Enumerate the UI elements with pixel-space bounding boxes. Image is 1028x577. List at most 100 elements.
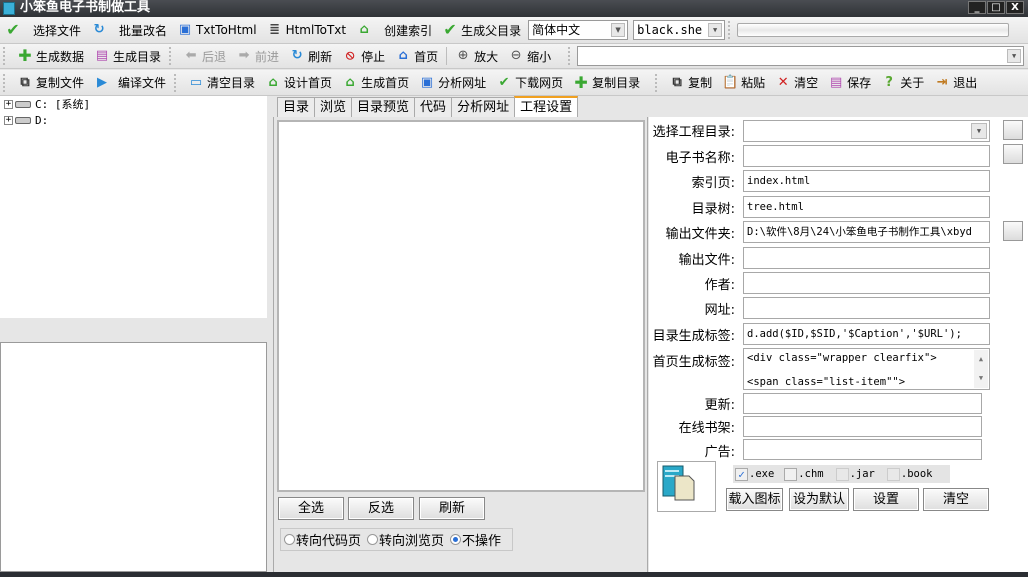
tree-file-label: 目录树:	[691, 202, 735, 217]
tree-node-c[interactable]: + C: [系统]	[0, 96, 267, 112]
tab-analyze-url[interactable]: 分析网址	[451, 97, 516, 117]
tab-toc-preview[interactable]: 目录预览	[351, 97, 416, 117]
load-icon-button[interactable]: 载入图标	[726, 488, 783, 511]
tab-toc[interactable]: 目录	[277, 97, 316, 117]
browse-ebook-name-button[interactable]	[1003, 144, 1023, 164]
refresh-button[interactable]: ↻ 刷新	[284, 45, 337, 67]
expand-icon[interactable]: +	[4, 99, 13, 109]
txt-to-html-button[interactable]: ▣ TxtToHtml	[172, 19, 262, 41]
output-file-input[interactable]	[743, 247, 990, 269]
invert-selection-button[interactable]: 反选	[348, 497, 414, 520]
tab-code[interactable]: 代码	[414, 97, 453, 117]
toolbar-grip[interactable]	[174, 73, 178, 92]
stop-icon: ⦸	[345, 48, 355, 63]
design-home-button[interactable]: ⌂ 设计首页	[260, 72, 337, 94]
generate-data-button[interactable]: ✚ 生成数据	[12, 45, 89, 67]
settings-button[interactable]: 设置	[853, 488, 919, 511]
update-input[interactable]	[743, 393, 982, 414]
compile-file-button[interactable]: ▶ 编译文件	[89, 72, 171, 94]
drive-tree[interactable]: + C: [系统] + D:	[0, 96, 267, 318]
bookshelf-input[interactable]	[743, 416, 982, 437]
chevron-down-icon[interactable]: ▼	[611, 23, 626, 37]
radio-goto-code[interactable]: 转向代码页	[284, 530, 361, 549]
select-file-button[interactable]: ✔ 选择文件	[0, 19, 86, 41]
format-chm-checkbox[interactable]: .chm	[784, 467, 824, 481]
format-exe-checkbox[interactable]: ✓ .exe	[735, 467, 774, 481]
toolbar-grip[interactable]	[728, 21, 732, 39]
toolbar-edit: ⧉ 复制文件 ▶ 编译文件 ▭ 清空目录 ⌂ 设计首页 ⌂ 生成首页 ▣ 分析网址 ✔ 下载网…	[0, 70, 1028, 96]
url-input[interactable]: ▼	[577, 46, 1025, 66]
save-button[interactable]: ▤ 保存	[823, 72, 876, 94]
format-jar-checkbox[interactable]: .jar	[835, 467, 875, 481]
generate-home-button[interactable]: ⌂ 生成首页	[337, 72, 414, 94]
website-input[interactable]	[743, 297, 990, 319]
tab-bar: 目录 浏览 目录预览 代码 分析网址 工程设置	[277, 96, 579, 117]
expand-icon[interactable]: +	[4, 115, 13, 125]
tab-browse[interactable]: 浏览	[314, 97, 353, 117]
skin-select[interactable]: black.she ▼	[633, 20, 726, 40]
clear-button[interactable]: ✕ 清空	[770, 72, 823, 94]
refresh-icon: ↻	[93, 22, 105, 37]
analyze-url-button[interactable]: ▣ 分析网址	[414, 72, 491, 94]
generate-toc-button[interactable]: ▤ 生成目录	[89, 45, 166, 67]
browse-project-dir-button[interactable]	[1003, 120, 1023, 140]
generate-parent-dir-button[interactable]: ✔ 生成父目录	[437, 19, 526, 41]
author-input[interactable]	[743, 272, 990, 294]
radio-no-action[interactable]: 不操作	[450, 530, 501, 549]
stop-button[interactable]: ⦸ 停止	[337, 45, 390, 67]
exit-icon: ⇥	[936, 74, 948, 90]
paste-button[interactable]: 📋 粘贴	[717, 72, 770, 94]
forward-arrow-icon: ➡	[238, 48, 250, 63]
toc-tag-input[interactable]: d.add($ID,$SID,'$Caption','$URL');	[743, 323, 990, 345]
toolbar-grip[interactable]	[169, 47, 173, 65]
toolbar-grip[interactable]	[3, 47, 7, 65]
ad-input[interactable]	[743, 439, 982, 460]
minimize-button[interactable]: _	[968, 1, 986, 14]
chevron-down-icon[interactable]: ▼	[971, 123, 987, 139]
refresh-list-button[interactable]: 刷新	[419, 497, 485, 520]
format-book-checkbox[interactable]: .book	[886, 467, 933, 481]
index-page-input[interactable]: index.html	[743, 170, 990, 192]
chevron-down-icon[interactable]: ▼	[708, 23, 723, 37]
chapter-list[interactable]	[277, 120, 645, 492]
browse-output-folder-button[interactable]	[1003, 221, 1023, 241]
ebook-name-input[interactable]	[743, 145, 990, 167]
zoom-out-button[interactable]: ⊖ 缩小	[503, 45, 556, 67]
toolbar-grip[interactable]	[568, 47, 572, 65]
ebook-name-label: 电子书名称:	[665, 151, 735, 166]
project-dir-select[interactable]: ▼	[743, 120, 990, 142]
language-select[interactable]: 简体中文 ▼	[528, 20, 629, 40]
output-file-label: 输出文件:	[678, 253, 735, 268]
copy-toc-button[interactable]: ✚ 复制目录	[568, 72, 645, 94]
home-tag-textarea[interactable]: <div class="wrapper clearfix"> <span cla…	[743, 348, 990, 390]
select-all-button[interactable]: 全选	[278, 497, 344, 520]
check-icon: ✔	[6, 20, 20, 39]
exit-button[interactable]: ⇥ 退出	[929, 72, 982, 94]
set-default-button[interactable]: 设为默认	[789, 488, 849, 511]
batch-rename-button[interactable]: ↻ 批量改名	[86, 19, 172, 41]
maximize-button[interactable]: □	[987, 1, 1005, 14]
textarea-scrollbar[interactable]: ▲ ▼	[974, 350, 988, 388]
clear-toc-button[interactable]: ▭ 清空目录	[183, 72, 260, 94]
create-index-button[interactable]: ⌂ 创建索引	[351, 19, 437, 41]
radio-goto-browse[interactable]: 转向浏览页	[367, 530, 444, 549]
file-list[interactable]	[0, 342, 267, 572]
forward-button[interactable]: ➡ 前进	[231, 45, 284, 67]
html-to-txt-button[interactable]: ≣ HtmlToTxt	[262, 19, 352, 41]
copy-button[interactable]: ⧉ 复制	[664, 72, 717, 94]
zoom-in-button[interactable]: ⊕ 放大	[450, 45, 503, 67]
close-button[interactable]: X	[1006, 1, 1024, 14]
tree-file-input[interactable]: tree.html	[743, 196, 990, 218]
download-page-button[interactable]: ✔ 下载网页	[491, 72, 568, 94]
toolbar-grip[interactable]	[655, 73, 659, 92]
clear-settings-button[interactable]: 清空	[923, 488, 989, 511]
about-button[interactable]: ? 关于	[876, 72, 929, 94]
tab-project-settings[interactable]: 工程设置	[514, 96, 579, 117]
tree-node-d[interactable]: + D:	[0, 112, 267, 128]
output-folder-input[interactable]: D:\软件\8月\24\小笨鱼电子书制作工具\xbyd	[743, 221, 990, 243]
copy-file-button[interactable]: ⧉ 复制文件	[12, 72, 89, 94]
chevron-down-icon[interactable]: ▼	[1007, 49, 1022, 63]
back-button[interactable]: ⬅ 后退	[178, 45, 231, 67]
toolbar-grip[interactable]	[3, 73, 7, 92]
home-button[interactable]: ⌂ 首页	[390, 45, 443, 67]
